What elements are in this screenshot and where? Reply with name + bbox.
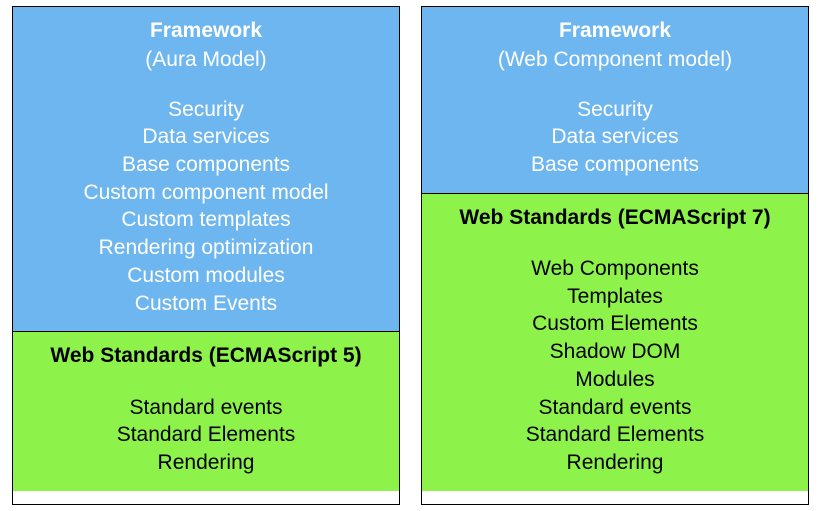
spacer: [430, 233, 800, 255]
spacer: [21, 74, 391, 96]
left-framework-title: Framework: [21, 17, 391, 44]
left-framework-item: Custom component model: [21, 179, 391, 207]
right-framework-item: Security: [430, 96, 800, 124]
left-standards-box: Web Standards (ECMAScript 5) Standard ev…: [13, 331, 399, 490]
right-standards-title: Web Standards (ECMAScript 7): [430, 204, 800, 231]
right-standards-item: Web Components: [430, 255, 800, 283]
left-standards-item: Standard events: [21, 394, 391, 422]
right-standards-item: Rendering: [430, 449, 800, 477]
right-standards-item: Standard events: [430, 394, 800, 422]
left-standards-item: Standard Elements: [21, 421, 391, 449]
left-framework-item: Rendering optimization: [21, 234, 391, 262]
left-framework-item: Base components: [21, 151, 391, 179]
left-framework-item: Custom Events: [21, 290, 391, 318]
left-framework-item: Custom templates: [21, 206, 391, 234]
left-framework-item: Data services: [21, 123, 391, 151]
left-framework-subtitle: (Aura Model): [21, 46, 391, 73]
right-standards-item: Shadow DOM: [430, 338, 800, 366]
right-framework-subtitle: (Web Component model): [430, 46, 800, 73]
right-standards-box: Web Standards (ECMAScript 7) Web Compone…: [422, 193, 808, 491]
right-framework-title: Framework: [430, 17, 800, 44]
left-standards-item: Rendering: [21, 449, 391, 477]
right-standards-item: Modules: [430, 366, 800, 394]
right-framework-item: Base components: [430, 151, 800, 179]
left-framework-box: Framework (Aura Model) Security Data ser…: [13, 7, 399, 331]
right-standards-item: Custom Elements: [430, 310, 800, 338]
left-framework-item: Security: [21, 96, 391, 124]
left-framework-item: Custom modules: [21, 262, 391, 290]
right-framework-item: Data services: [430, 123, 800, 151]
left-column: Framework (Aura Model) Security Data ser…: [12, 6, 400, 505]
right-standards-item: Standard Elements: [430, 421, 800, 449]
spacer: [21, 372, 391, 394]
spacer: [430, 74, 800, 96]
right-column: Framework (Web Component model) Security…: [421, 6, 809, 505]
left-standards-title: Web Standards (ECMAScript 5): [21, 342, 391, 369]
right-framework-box: Framework (Web Component model) Security…: [422, 7, 808, 193]
right-standards-item: Templates: [430, 283, 800, 311]
